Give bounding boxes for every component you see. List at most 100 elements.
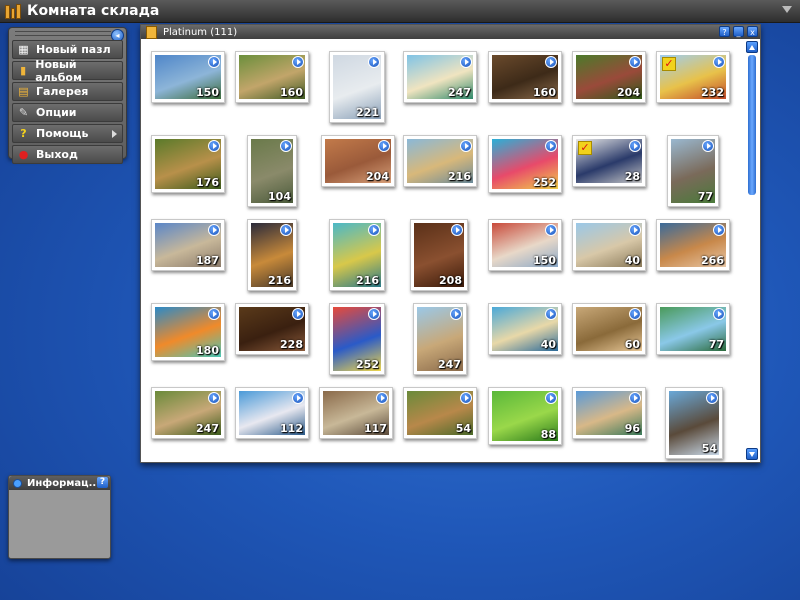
play-icon[interactable] [460, 56, 472, 68]
play-icon[interactable] [450, 308, 462, 320]
menu-item-puzzle[interactable]: ▦ Новый пазл [12, 40, 123, 59]
play-icon[interactable] [208, 392, 220, 404]
puzzle-thumbnail[interactable]: 252 [329, 303, 385, 375]
puzzle-thumbnail[interactable]: 266 [656, 219, 730, 271]
play-icon[interactable] [629, 224, 641, 236]
play-icon[interactable] [208, 224, 220, 236]
play-icon[interactable] [451, 224, 463, 236]
puzzle-thumbnail[interactable]: 208 [410, 219, 468, 291]
play-icon[interactable] [545, 308, 557, 320]
play-icon[interactable] [292, 308, 304, 320]
play-icon[interactable] [208, 308, 220, 320]
puzzle-thumbnail[interactable]: 77 [656, 303, 730, 355]
puzzle-thumbnail[interactable]: 96 [572, 387, 646, 439]
play-icon[interactable] [545, 392, 557, 404]
info-help-button[interactable]: ? [97, 477, 108, 488]
menu-item-exit[interactable]: ● Выход [12, 145, 123, 164]
app-title: Комната склада [27, 3, 160, 19]
play-icon[interactable] [368, 56, 380, 68]
puzzle-thumbnail[interactable]: 104 [247, 135, 297, 207]
play-icon[interactable] [629, 56, 641, 68]
menu-item-wrench[interactable]: ✎ Опции [12, 103, 123, 122]
info-header[interactable]: Информац... ? [9, 476, 110, 490]
puzzle-thumbnail[interactable]: 150 [151, 51, 225, 103]
puzzle-thumbnail[interactable]: ✓ 232 [656, 51, 730, 103]
piece-count: 150 [533, 254, 556, 267]
play-icon[interactable] [629, 308, 641, 320]
puzzle-thumbnail[interactable]: 150 [488, 219, 562, 271]
puzzle-thumbnail[interactable]: 228 [235, 303, 309, 355]
puzzle-thumbnail[interactable]: 60 [572, 303, 646, 355]
play-icon[interactable] [368, 308, 380, 320]
title-menu-arrow-icon[interactable] [782, 6, 792, 13]
puzzle-thumbnail[interactable]: 252 [488, 135, 562, 193]
puzzle-thumbnail[interactable]: 247 [403, 51, 477, 103]
puzzle-thumbnail[interactable]: 216 [247, 219, 297, 291]
puzzle-thumbnail[interactable]: 180 [151, 303, 225, 361]
piece-count: 216 [448, 170, 471, 183]
puzzle-thumbnail[interactable]: 216 [403, 135, 477, 187]
puzzle-thumbnail[interactable]: 216 [329, 219, 385, 291]
puzzle-thumbnail[interactable]: 40 [572, 219, 646, 271]
play-icon[interactable] [713, 224, 725, 236]
puzzle-thumbnail[interactable]: 160 [488, 51, 562, 103]
puzzle-thumbnail[interactable]: 54 [665, 387, 723, 459]
play-icon[interactable] [280, 224, 292, 236]
piece-count: 96 [624, 422, 640, 435]
play-icon[interactable] [545, 56, 557, 68]
vertical-scrollbar[interactable] [746, 41, 758, 460]
puzzle-thumbnail[interactable]: 54 [403, 387, 477, 439]
scroll-down-button[interactable] [746, 448, 758, 460]
info-title: Информац... [27, 477, 100, 489]
puzzle-thumbnail[interactable]: 187 [151, 219, 225, 271]
puzzle-thumbnail[interactable]: ✓ 28 [572, 135, 646, 187]
puzzle-thumbnail[interactable]: 176 [151, 135, 225, 193]
puzzle-thumbnail[interactable]: 247 [413, 303, 467, 375]
play-icon[interactable] [460, 392, 472, 404]
play-icon[interactable] [378, 140, 390, 152]
play-icon[interactable] [368, 224, 380, 236]
play-icon[interactable] [376, 392, 388, 404]
puzzle-thumbnail[interactable]: 221 [329, 51, 385, 123]
play-icon[interactable] [208, 140, 220, 152]
play-icon[interactable] [280, 140, 292, 152]
play-icon[interactable] [713, 56, 725, 68]
play-icon[interactable] [545, 140, 557, 152]
menu-item-gallery[interactable]: ▤ Галерея [12, 82, 123, 101]
menu-item-album[interactable]: ▮ Новый альбом [12, 58, 123, 84]
piece-count: 247 [448, 86, 471, 99]
title-bar: Комната склада [0, 0, 800, 23]
puzzle-thumbnail[interactable]: 160 [235, 51, 309, 103]
minimize-button[interactable]: _ [733, 26, 744, 37]
menu-header[interactable]: ◂ [9, 28, 126, 42]
scroll-thumb[interactable] [748, 55, 756, 195]
puzzle-thumbnail[interactable]: 117 [319, 387, 393, 439]
play-icon[interactable] [460, 140, 472, 152]
puzzle-thumbnail[interactable]: 77 [667, 135, 719, 207]
menu-item-help[interactable]: ? Помощь [12, 124, 123, 143]
play-icon[interactable] [706, 392, 718, 404]
play-icon[interactable] [629, 140, 641, 152]
piece-count: 117 [364, 422, 387, 435]
close-button[interactable]: x [747, 26, 758, 37]
piece-count: 247 [438, 358, 461, 371]
puzzle-thumbnail[interactable]: 204 [321, 135, 395, 187]
play-icon[interactable] [545, 224, 557, 236]
puzzle-thumbnail[interactable]: 88 [488, 387, 562, 445]
help-button[interactable]: ? [719, 26, 730, 37]
puzzle-thumbnail[interactable]: 40 [488, 303, 562, 355]
puzzle-thumbnail[interactable]: 112 [235, 387, 309, 439]
puzzle-thumbnail[interactable]: 247 [151, 387, 225, 439]
play-icon[interactable] [292, 392, 304, 404]
play-icon[interactable] [713, 308, 725, 320]
play-icon[interactable] [702, 140, 714, 152]
piece-count: 77 [708, 338, 724, 351]
scroll-up-button[interactable] [746, 41, 758, 53]
menu-item-label: Галерея [36, 85, 89, 98]
menu-grip[interactable] [15, 31, 111, 36]
album-header[interactable]: Platinum (111) ? _ x [141, 25, 760, 39]
play-icon[interactable] [629, 392, 641, 404]
play-icon[interactable] [292, 56, 304, 68]
puzzle-thumbnail[interactable]: 204 [572, 51, 646, 103]
play-icon[interactable] [208, 56, 220, 68]
